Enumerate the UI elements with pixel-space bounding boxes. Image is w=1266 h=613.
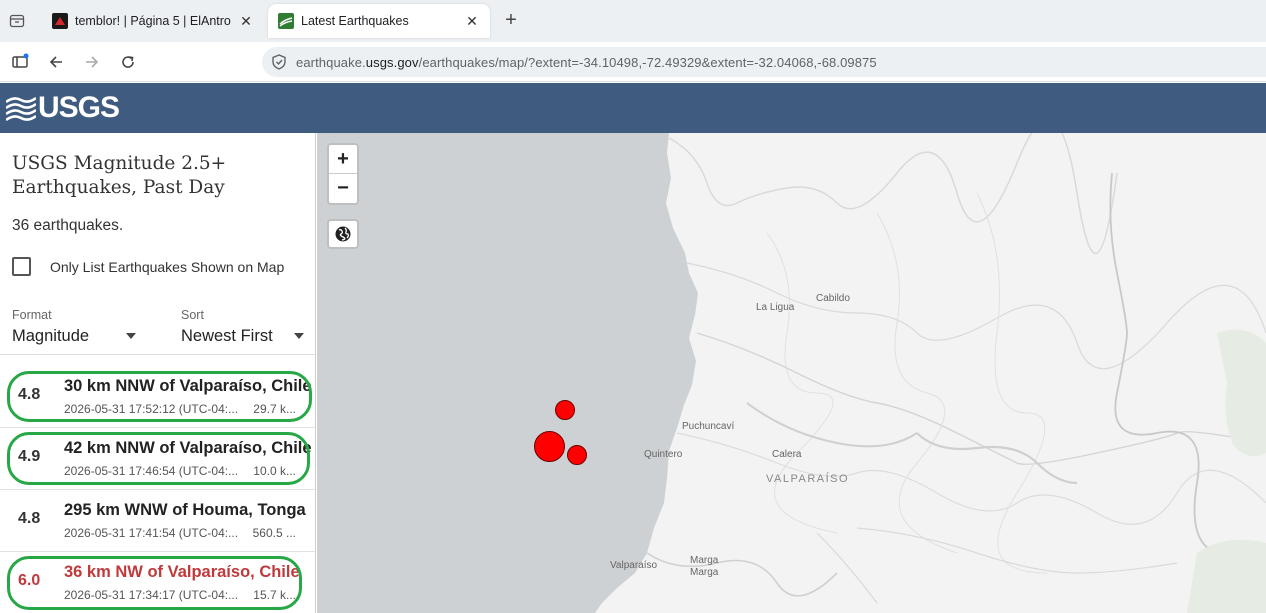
elantro-favicon-icon (52, 13, 68, 29)
reload-icon[interactable] (116, 50, 140, 74)
zoom-control: + − (327, 143, 359, 205)
depth: 29.7 k... (253, 402, 296, 416)
format-label: Format (12, 308, 52, 322)
earthquake-count: 36 earthquakes. (12, 217, 124, 234)
dropdown-arrow-icon (294, 333, 304, 339)
map-view[interactable]: La Ligua Cabildo Puchuncaví Quintero Cal… (317, 133, 1266, 613)
format-value: Magnitude (12, 327, 90, 345)
earthquake-list-panel: USGS Magnitude 2.5+ Earthquakes, Past Da… (0, 133, 316, 613)
tab-latest-earthquakes[interactable]: Latest Earthquakes ✕ (268, 4, 490, 38)
depth: 560.5 ... (252, 526, 296, 540)
only-list-shown-toggle[interactable]: Only List Earthquakes Shown on Map (12, 257, 284, 276)
sidebar-toggle-icon[interactable] (8, 50, 32, 74)
tab-title: Latest Earthquakes (301, 14, 409, 28)
magnitude: 6.0 (18, 572, 41, 589)
map-label-quintero: Quintero (644, 449, 683, 460)
map-label-cabildo: Cabildo (816, 293, 850, 304)
only-list-checkbox[interactable] (12, 257, 31, 276)
site-info-icon[interactable] (270, 53, 288, 71)
event-time: 2026-05-31 17:52:12 (UTC-04:... (64, 402, 239, 416)
zoom-out-button[interactable]: − (329, 174, 357, 203)
place: 30 km NNW of Valparaíso, Chile (64, 377, 312, 395)
earthquake-marker[interactable] (567, 445, 587, 465)
browser-tab-bar: temblor! | Página 5 | ElAntro ✕ Latest E… (0, 0, 1266, 42)
url-text: earthquake.usgs.gov/earthquakes/map/?ext… (296, 54, 877, 70)
feed-title: USGS Magnitude 2.5+ Earthquakes, Past Da… (12, 153, 227, 198)
earthquake-list-item[interactable]: 4.9 42 km NNW of Valparaíso, Chile 2026-… (0, 428, 315, 490)
magnitude: 4.8 (18, 510, 41, 527)
event-time: 2026-05-31 17:46:54 (UTC-04:... (64, 464, 239, 478)
close-tab-icon[interactable]: ✕ (236, 11, 256, 31)
globe-icon (335, 226, 351, 242)
depth: 10.0 k... (253, 464, 296, 478)
usgs-wordmark: USGS (38, 91, 120, 124)
sort-value: Newest First (181, 327, 273, 345)
tab-elantro[interactable]: temblor! | Página 5 | ElAntro ✕ (42, 4, 264, 38)
map-label-calera: Calera (772, 449, 802, 460)
place: 42 km NNW of Valparaíso, Chile (64, 439, 312, 457)
map-label-puchuncavi: Puchuncaví (682, 421, 735, 432)
event-time: 2026-05-31 17:41:54 (UTC-04:... (64, 526, 239, 540)
earthquake-list-item[interactable]: 4.8 30 km NNW of Valparaíso, Chile 2026-… (0, 366, 315, 428)
depth: 15.7 k... (253, 588, 296, 602)
new-tab-button[interactable]: + (500, 9, 522, 31)
sort-label: Sort (181, 308, 204, 322)
format-select[interactable]: Format Magnitude (12, 305, 150, 355)
dropdown-arrow-icon (126, 333, 136, 339)
usgs-logo[interactable]: USGS (6, 91, 120, 125)
usgs-waves-icon (6, 96, 36, 122)
earthquake-list-item[interactable]: 4.8 295 km WNW of Houma, Tonga 2026-05-3… (0, 490, 315, 552)
magnitude: 4.9 (18, 448, 41, 465)
address-bar[interactable]: earthquake.usgs.gov/earthquakes/map/?ext… (262, 47, 1266, 77)
forward-icon[interactable] (80, 50, 104, 74)
map-label-marga: Marga (690, 567, 719, 578)
world-view-button[interactable] (327, 219, 359, 249)
close-tab-icon[interactable]: ✕ (462, 11, 482, 31)
tab-search-icon[interactable] (6, 10, 28, 32)
place: 295 km WNW of Houma, Tonga (64, 501, 306, 519)
list-divider (0, 354, 315, 355)
map-label-region-valparaiso: VALPARAÍSO (766, 473, 850, 485)
zoom-in-button[interactable]: + (329, 145, 357, 174)
usgs-favicon-icon (278, 13, 294, 29)
back-icon[interactable] (44, 50, 68, 74)
earthquake-list-item[interactable]: 6.0 36 km NW of Valparaíso, Chile 2026-0… (0, 552, 315, 613)
sort-select[interactable]: Sort Newest First (181, 305, 306, 355)
tab-title: temblor! | Página 5 | ElAntro (75, 14, 231, 28)
map-label-la-ligua: La Ligua (756, 302, 795, 313)
magnitude: 4.8 (18, 386, 41, 403)
usgs-header: USGS (0, 83, 1266, 133)
map-basemap (317, 133, 1266, 613)
browser-toolbar: earthquake.usgs.gov/earthquakes/map/?ext… (0, 42, 1266, 82)
place: 36 km NW of Valparaíso, Chile (64, 563, 300, 581)
map-label-valparaiso: Valparaíso (610, 560, 658, 571)
event-time: 2026-05-31 17:34:17 (UTC-04:... (64, 588, 239, 602)
earthquake-marker[interactable] (555, 400, 575, 420)
map-label-marga: Marga (690, 555, 719, 566)
earthquake-marker[interactable] (534, 431, 565, 462)
only-list-label: Only List Earthquakes Shown on Map (50, 258, 285, 275)
